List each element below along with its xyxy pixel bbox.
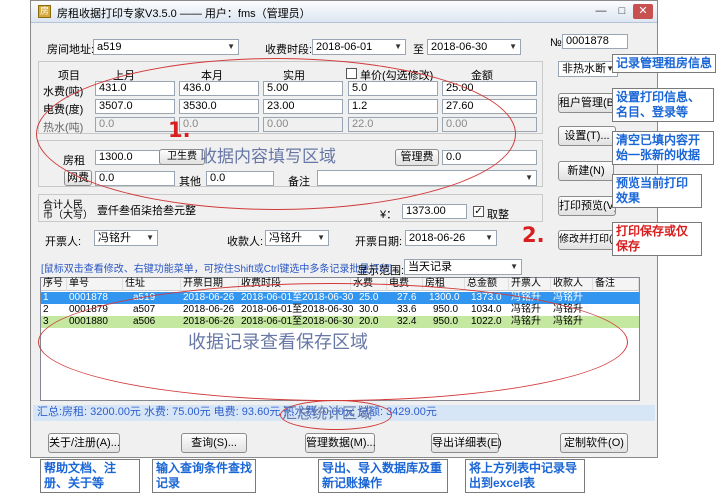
receipt-number-field[interactable]: 0001878 bbox=[562, 34, 628, 49]
issuer-label: 开票人: bbox=[45, 236, 82, 248]
area1-ellipse bbox=[36, 58, 516, 210]
minimize-button[interactable]: — bbox=[591, 4, 611, 19]
issue-date-select[interactable]: 2018-06-26 ▼ bbox=[405, 230, 497, 246]
close-button[interactable]: ✕ bbox=[633, 4, 653, 19]
custom-software-button[interactable]: 定制软件(O) bbox=[560, 433, 628, 453]
no-label: № bbox=[550, 37, 562, 49]
period-from-select[interactable]: 2018-06-01 ▼ bbox=[312, 39, 406, 55]
period-label: 收费时段: bbox=[265, 44, 313, 56]
yen-label: ¥： bbox=[380, 209, 398, 221]
total-cn-label: 合计人民币（大写） bbox=[43, 200, 93, 221]
header-cell: 住址 bbox=[123, 278, 181, 291]
annot-about: 帮助文档、注册、关于等 bbox=[40, 459, 140, 493]
chevron-down-icon: ▼ bbox=[146, 233, 154, 242]
chevron-down-icon: ▼ bbox=[227, 42, 235, 51]
records-caption: 收据记录查看保存区域 bbox=[188, 332, 368, 352]
rent-management-button[interactable]: 租户管理(B)... bbox=[558, 93, 627, 113]
annot-export: 将上方列表中记录导出到excel表 bbox=[465, 459, 585, 493]
address-select[interactable]: a519 ▼ bbox=[93, 39, 239, 55]
print-preview-button[interactable]: 打印预览(V)... bbox=[558, 196, 616, 216]
annot-db: 导出、导入数据库及重新记账操作 bbox=[318, 459, 448, 493]
chevron-down-icon: ▼ bbox=[394, 42, 402, 51]
range-value: 当天记录 bbox=[408, 261, 452, 273]
range-select[interactable]: 当天记录 ▼ bbox=[404, 259, 522, 275]
period-to-label: 至 bbox=[413, 44, 424, 56]
issuer-value: 冯铭升 bbox=[98, 232, 131, 244]
header-cell: 开票人 bbox=[509, 278, 551, 291]
hint-text: [鼠标双击查看修改、右键功能菜单，可按住Shift或Ctrl键选中多条记录批量打… bbox=[41, 264, 393, 275]
area2-number: 2. bbox=[522, 223, 545, 247]
address-label: 房间地址: bbox=[47, 44, 95, 56]
annot-query: 输入查询条件查找记录 bbox=[152, 459, 256, 493]
window-title: 房租收据打印专家V3.5.0 —— 用户：fms（管理员） bbox=[57, 8, 311, 20]
table-cell: 1 bbox=[43, 292, 49, 303]
round-label: 取整 bbox=[487, 209, 509, 221]
table-cell: 冯铭升 bbox=[553, 292, 583, 303]
annot-save-print: 打印保存或仅保存 bbox=[612, 222, 702, 256]
round-checkbox[interactable]: ✓ bbox=[473, 206, 484, 217]
header-cell: 备注 bbox=[593, 278, 639, 291]
area1-number: 1. bbox=[168, 118, 191, 142]
hot-water-mode-value: 非热水断 bbox=[562, 63, 606, 75]
chevron-down-icon: ▼ bbox=[485, 233, 493, 242]
table-cell: 0001878 bbox=[69, 292, 108, 303]
total-field[interactable]: 1373.00 bbox=[402, 204, 467, 219]
screenshot: { "window":{"title":"房租收据打印专家V3.5.0 —— 用… bbox=[0, 0, 721, 500]
hot-water-mode-select[interactable]: 非热水断 ▼ bbox=[558, 61, 618, 77]
annot-preview: 预览当前打印效果 bbox=[612, 174, 702, 208]
annot-new: 清空已填内容开始一张新的收据 bbox=[612, 131, 714, 165]
address-value: a519 bbox=[97, 41, 122, 53]
about-register-button[interactable]: 关于/注册(A)... bbox=[48, 433, 120, 453]
summary-caption: 汇总统计区域 bbox=[282, 405, 373, 422]
query-button[interactable]: 查询(S)... bbox=[181, 433, 247, 453]
issuer-select[interactable]: 冯铭升 ▼ bbox=[94, 230, 158, 246]
maximize-button[interactable]: □ bbox=[612, 4, 632, 19]
issue-date-label: 开票日期: bbox=[355, 236, 403, 248]
annot-settings: 设置打印信息、名目、登录等 bbox=[612, 88, 714, 122]
area1-caption: 收据内容填写区域 bbox=[200, 147, 336, 166]
settings-button[interactable]: 设置(T)... bbox=[558, 126, 616, 146]
period-to-value: 2018-06-30 bbox=[431, 41, 488, 53]
receiver-select[interactable]: 冯铭升 ▼ bbox=[265, 230, 329, 246]
issue-date-value: 2018-06-26 bbox=[409, 232, 466, 244]
header-cell: 序号 bbox=[41, 278, 67, 291]
chevron-down-icon: ▼ bbox=[510, 262, 518, 271]
table-cell: 2 bbox=[43, 304, 49, 315]
new-receipt-button[interactable]: 新建(N) bbox=[558, 161, 614, 181]
chevron-down-icon: ▼ bbox=[317, 233, 325, 242]
receiver-value: 冯铭升 bbox=[269, 232, 302, 244]
heading-item: 项目 bbox=[58, 70, 80, 82]
app-icon: 房 bbox=[38, 5, 51, 18]
period-to-select[interactable]: 2018-06-30 ▼ bbox=[427, 39, 521, 55]
save-and-print-button[interactable]: 修改并打印(M) bbox=[558, 230, 616, 250]
chevron-down-icon: ▼ bbox=[525, 173, 533, 182]
manage-data-button[interactable]: 管理数据(M)... bbox=[305, 433, 376, 453]
header-cell: 收款人 bbox=[551, 278, 593, 291]
header-cell: 单号 bbox=[67, 278, 123, 291]
annot-rent-mgmt: 记录管理租房信息 bbox=[612, 54, 717, 73]
range-label: 显示范围: bbox=[357, 265, 405, 277]
receiver-label: 收款人: bbox=[227, 236, 264, 248]
chevron-down-icon: ▼ bbox=[509, 42, 517, 51]
title-bar: 房 房租收据打印专家V3.5.0 —— 用户：fms（管理员） — □ ✕ bbox=[31, 1, 657, 23]
export-detail-button[interactable]: 导出详细表(E) bbox=[431, 433, 502, 453]
period-from-value: 2018-06-01 bbox=[316, 41, 373, 53]
